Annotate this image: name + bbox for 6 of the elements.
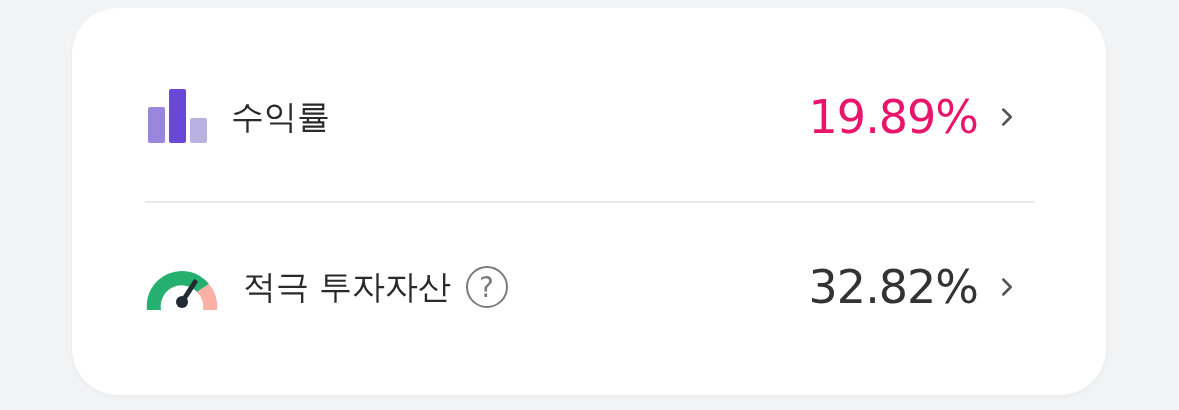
row-label: 적극 투자자산	[243, 265, 452, 308]
row-value: 32.82%	[808, 260, 978, 314]
row-value: 19.89%	[808, 90, 978, 144]
row-label: 수익률	[231, 95, 330, 138]
help-icon[interactable]: ?	[465, 266, 508, 308]
bar-chart-icon	[145, 89, 207, 145]
